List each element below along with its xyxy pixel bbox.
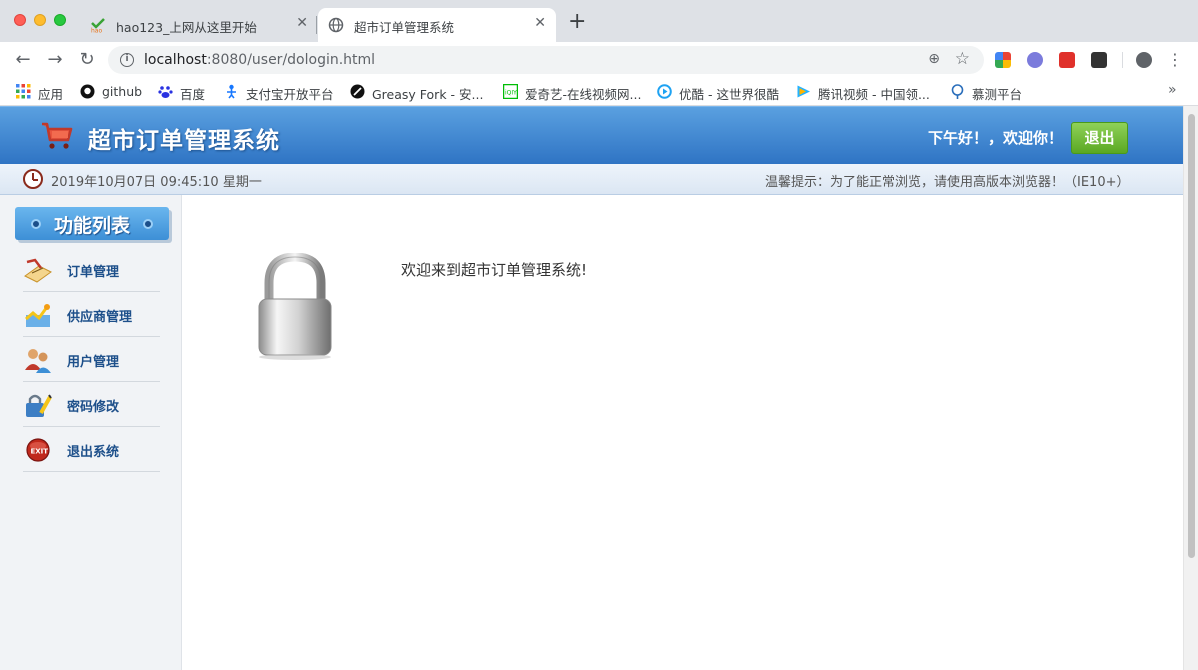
window-close-button[interactable] [14, 14, 26, 26]
extension-colorful-icon[interactable] [995, 52, 1011, 68]
welcome-message: 欢迎来到超市订单管理系统! [401, 261, 588, 279]
toolbar-divider [1122, 52, 1123, 68]
bookmark-label: 支付宝开放平台 [246, 87, 334, 102]
svg-text:hao: hao [91, 28, 102, 34]
sidebar-item-label: 订单管理 [67, 265, 120, 280]
app-title: 超市订单管理系统 [88, 128, 280, 154]
address-bar[interactable]: i localhost:8080/user/dologin.html ⊕ ☆ [108, 46, 984, 74]
browser-tab-hao123[interactable]: hao hao123_上网从这里开始 ✕ [80, 8, 318, 42]
github-icon [80, 84, 95, 99]
window-minimize-button[interactable] [34, 14, 46, 26]
browser-tab-active[interactable]: 超市订单管理系统 ✕ [318, 8, 556, 42]
greasyfork-icon [350, 84, 365, 99]
profile-avatar-icon[interactable] [1136, 52, 1152, 68]
iqiyi-icon: iQIY [503, 84, 518, 99]
supplier-icon [25, 304, 50, 327]
info-icon[interactable]: i [120, 53, 134, 67]
zoom-icon[interactable]: ⊕ [928, 51, 940, 67]
menu-title-banner: 功能列表 [15, 207, 169, 240]
scrollbar-thumb[interactable] [1188, 114, 1195, 558]
sidebar-item-users[interactable]: 用户管理 [23, 337, 160, 382]
datetime-text: 2019年10月07日 09:45:10 星期一 [51, 175, 262, 190]
clock-icon [23, 169, 43, 189]
bookmark-label: 慕测平台 [972, 87, 1023, 102]
tencent-video-icon [797, 85, 810, 98]
greeting-text: 下午好！，欢迎你！ [928, 129, 1064, 147]
tab-divider [316, 16, 317, 34]
sidebar-item-label: 供应商管理 [67, 310, 133, 325]
sidebar-item-password[interactable]: 密码修改 [23, 382, 160, 427]
shopping-cart-icon [42, 122, 73, 149]
alipay-icon [227, 84, 236, 99]
close-icon[interactable]: ✕ [534, 15, 546, 31]
sidebar: 功能列表 订单管理 供应商管理 用户管理 密码修改 EXIT 退出系统 [0, 195, 182, 670]
bookmark-label: Greasy Fork - 安... [372, 87, 484, 102]
bookmarks-overflow-icon[interactable]: » [1168, 82, 1177, 98]
lock-icon [258, 253, 332, 360]
apps-grid-icon [16, 84, 31, 99]
bookmarks-bar: 应用 github 百度 支付宝开放平台 Greasy Fork - 安... … [0, 78, 1198, 106]
bookmark-star-icon[interactable]: ☆ [955, 49, 970, 69]
bookmark-label: 腾讯视频 - 中国领... [818, 87, 930, 102]
sidebar-item-label: 用户管理 [67, 355, 120, 370]
close-icon[interactable]: ✕ [296, 15, 308, 31]
back-arrow-icon[interactable]: ← [12, 49, 34, 71]
browser-tab-bar: hao hao123_上网从这里开始 ✕ 超市订单管理系统 ✕ + [0, 0, 1198, 42]
youku-icon [657, 84, 672, 99]
globe-icon [328, 17, 344, 33]
bookmark-label: 爱奇艺-在线视频网... [525, 87, 642, 102]
baidu-icon [158, 86, 173, 98]
extension-tampermonkey-icon[interactable] [1091, 52, 1107, 68]
logout-button[interactable]: 退出 [1071, 122, 1128, 154]
tab-title: 超市订单管理系统 [354, 20, 455, 35]
new-tab-button[interactable]: + [568, 11, 586, 33]
url-path: :8080/user/dologin.html [206, 52, 376, 68]
browser-toolbar: ← → ↻ i localhost:8080/user/dologin.html… [0, 42, 1198, 78]
window-zoom-button[interactable] [54, 14, 66, 26]
bullet-icon [143, 219, 153, 229]
main-content: 欢迎来到超市订单管理系统! [183, 195, 1183, 670]
sidebar-item-suppliers[interactable]: 供应商管理 [23, 292, 160, 337]
extension-r-icon[interactable] [1027, 52, 1043, 68]
sidebar-item-orders[interactable]: 订单管理 [23, 247, 160, 292]
extension-fe-icon[interactable] [1059, 52, 1075, 68]
bookmark-label: 优酷 - 这世界很酷 [679, 87, 779, 102]
bookmark-label: 百度 [180, 87, 206, 102]
hao123-icon: hao [91, 18, 105, 34]
password-icon [26, 394, 52, 417]
users-icon [25, 349, 51, 373]
exit-icon: EXIT [26, 438, 50, 462]
sidebar-item-label: 密码修改 [67, 400, 120, 415]
page-scrollbar[interactable] [1183, 106, 1198, 670]
app-header: 超市订单管理系统 下午好！，欢迎你！ 退出 [0, 106, 1183, 164]
forward-arrow-icon[interactable]: → [44, 49, 66, 71]
svg-text:iQIY: iQIY [505, 90, 517, 97]
order-icon [24, 258, 52, 283]
url-host: localhost [144, 52, 207, 68]
tab-title: hao123_上网从这里开始 [116, 20, 257, 35]
reload-icon[interactable]: ↻ [76, 49, 98, 71]
bookmark-label: 应用 [38, 87, 64, 102]
sidebar-item-label: 退出系统 [67, 445, 120, 460]
more-menu-icon[interactable]: ⋮ [1164, 49, 1186, 71]
bookmark-label: github [102, 84, 143, 99]
svg-text:EXIT: EXIT [31, 448, 49, 456]
sidebar-item-exit[interactable]: EXIT 退出系统 [23, 427, 160, 472]
info-bar: 2019年10月07日 09:45:10 星期一 温馨提示：为了能正常浏览，请使… [0, 164, 1183, 195]
app-page: 超市订单管理系统 下午好！，欢迎你！ 退出 2019年10月07日 09:45:… [0, 106, 1183, 670]
url-text[interactable]: localhost:8080/user/dologin.html [144, 52, 375, 68]
mooctest-icon [951, 84, 964, 99]
browser-tip-text: 温馨提示：为了能正常浏览，请使用高版本浏览器！（IE10+） [765, 175, 1130, 190]
